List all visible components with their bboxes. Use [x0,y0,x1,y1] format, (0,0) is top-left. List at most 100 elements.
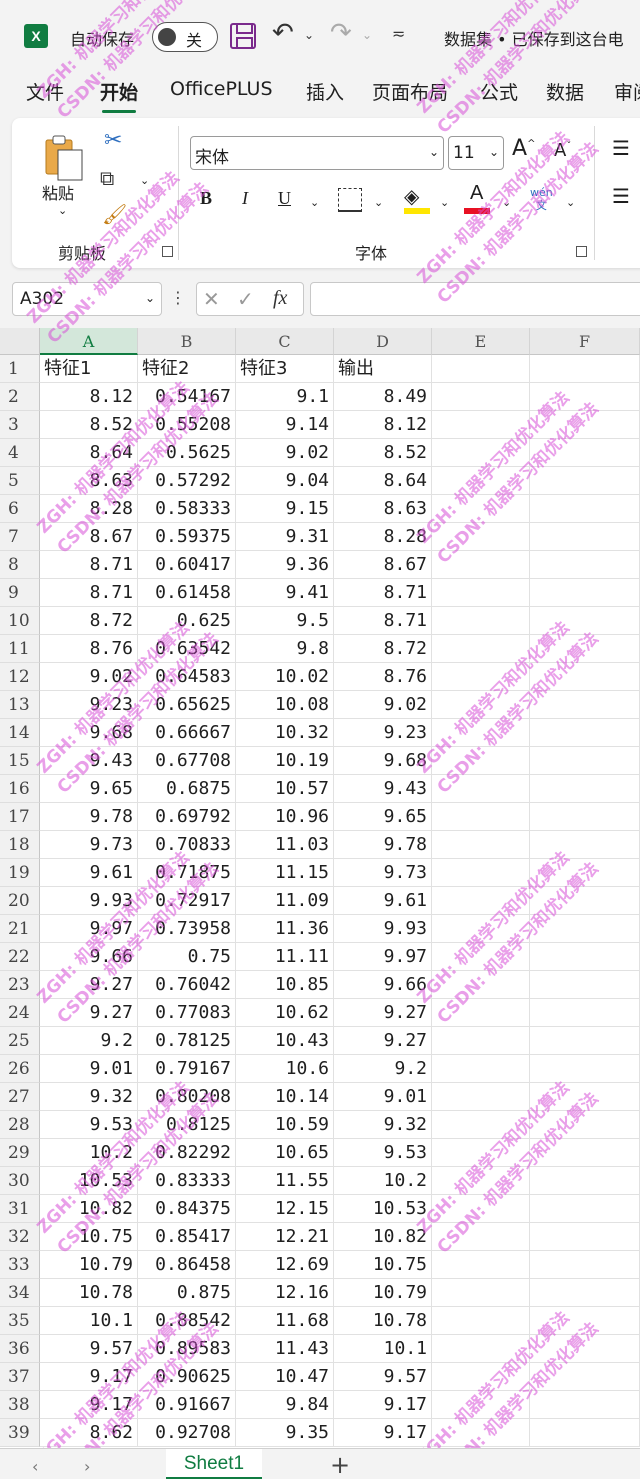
cell[interactable]: 9.2 [334,1055,432,1083]
fill-color-dropdown-icon[interactable]: ⌄ [440,196,449,209]
row-header[interactable]: 30 [0,1167,40,1195]
cell[interactable] [530,1419,640,1447]
cell[interactable]: 0.55208 [138,411,236,439]
row-header[interactable]: 17 [0,803,40,831]
row-header[interactable]: 13 [0,691,40,719]
cell[interactable]: 9.41 [236,579,334,607]
cell[interactable] [530,1195,640,1223]
font-color-dropdown-icon[interactable]: ⌄ [502,196,511,209]
cell[interactable] [432,915,530,943]
row-header[interactable]: 8 [0,551,40,579]
cell[interactable]: 9.01 [334,1083,432,1111]
cell[interactable]: 8.28 [334,523,432,551]
cell[interactable]: 9.35 [236,1419,334,1447]
cell[interactable]: 9.53 [334,1139,432,1167]
cell[interactable]: 12.21 [236,1223,334,1251]
cell[interactable]: 8.63 [334,495,432,523]
cell[interactable]: 9.73 [334,859,432,887]
cell[interactable]: 9.15 [236,495,334,523]
cell[interactable] [432,495,530,523]
cell[interactable]: 0.88542 [138,1307,236,1335]
cell[interactable] [530,915,640,943]
cell[interactable] [530,383,640,411]
cell[interactable] [432,551,530,579]
cell[interactable]: 0.79167 [138,1055,236,1083]
cell[interactable]: 9.65 [40,775,138,803]
column-header-f[interactable]: F [530,328,640,355]
cell[interactable]: 10.96 [236,803,334,831]
increase-font-size-icon[interactable]: A^ [512,136,535,161]
cell[interactable]: 10.65 [236,1139,334,1167]
cell[interactable]: 9.66 [40,943,138,971]
tab-officeplus[interactable]: OfficePLUS [170,78,273,100]
cell[interactable] [530,607,640,635]
cell[interactable] [530,1251,640,1279]
font-color-icon[interactable]: A [470,182,483,205]
cell[interactable] [432,439,530,467]
cell[interactable]: 8.64 [334,467,432,495]
add-sheet-button[interactable]: + [330,1451,350,1479]
cell[interactable]: 0.875 [138,1279,236,1307]
cell[interactable] [432,999,530,1027]
cell[interactable]: 9.84 [236,1391,334,1419]
cell[interactable] [432,747,530,775]
cell[interactable]: 8.52 [334,439,432,467]
cell[interactable]: 10.19 [236,747,334,775]
cell[interactable]: 0.72917 [138,887,236,915]
cell[interactable] [530,579,640,607]
cell[interactable] [432,1251,530,1279]
cell[interactable]: 0.89583 [138,1335,236,1363]
row-header[interactable]: 22 [0,943,40,971]
cell[interactable]: 9.17 [334,1391,432,1419]
cell[interactable]: 9.73 [40,831,138,859]
cell[interactable]: 11.36 [236,915,334,943]
cell[interactable]: 12.16 [236,1279,334,1307]
tab-formulas[interactable]: 公式 [480,78,518,105]
tab-insert[interactable]: 插入 [306,78,344,105]
row-header[interactable]: 2 [0,383,40,411]
cell[interactable]: 8.12 [334,411,432,439]
save-icon[interactable] [230,23,256,49]
cell[interactable] [432,1167,530,1195]
autosave-toggle[interactable]: 关 [152,22,218,52]
cell[interactable]: 0.90625 [138,1363,236,1391]
tab-data[interactable]: 数据 [546,78,584,105]
cell[interactable] [432,1223,530,1251]
cell[interactable]: 9.97 [40,915,138,943]
cell[interactable]: 10.85 [236,971,334,999]
cell[interactable]: 0.85417 [138,1223,236,1251]
bold-button[interactable]: B [200,188,212,209]
row-header[interactable]: 27 [0,1083,40,1111]
cell[interactable]: 9.27 [40,971,138,999]
cell[interactable]: 9.04 [236,467,334,495]
column-header-a[interactable]: A [40,328,138,355]
cell[interactable]: 9.57 [334,1363,432,1391]
font-launcher-icon[interactable] [576,246,587,257]
cell[interactable] [530,439,640,467]
cell[interactable]: 8.72 [334,635,432,663]
cell[interactable] [530,1083,640,1111]
cell[interactable]: 8.71 [334,579,432,607]
row-header[interactable]: 4 [0,439,40,467]
cell[interactable]: 0.67708 [138,747,236,775]
cell[interactable] [432,1391,530,1419]
cell[interactable]: 特征3 [236,355,334,383]
font-size-select[interactable]: 11 ⌄ [448,136,504,170]
row-header[interactable]: 29 [0,1139,40,1167]
cell[interactable] [432,383,530,411]
copy-icon[interactable]: ⧉ [100,166,114,190]
cell[interactable]: 8.67 [40,523,138,551]
cell[interactable]: 9.68 [40,719,138,747]
row-header[interactable]: 37 [0,1363,40,1391]
cell[interactable] [432,803,530,831]
cell[interactable]: 0.59375 [138,523,236,551]
cell[interactable] [432,1195,530,1223]
cell[interactable] [530,411,640,439]
cell[interactable]: 0.82292 [138,1139,236,1167]
cell[interactable] [432,1419,530,1447]
cell[interactable]: 9.36 [236,551,334,579]
cell[interactable]: 11.43 [236,1335,334,1363]
row-header[interactable]: 32 [0,1223,40,1251]
cell[interactable]: 8.71 [40,551,138,579]
cell[interactable]: 10.32 [236,719,334,747]
